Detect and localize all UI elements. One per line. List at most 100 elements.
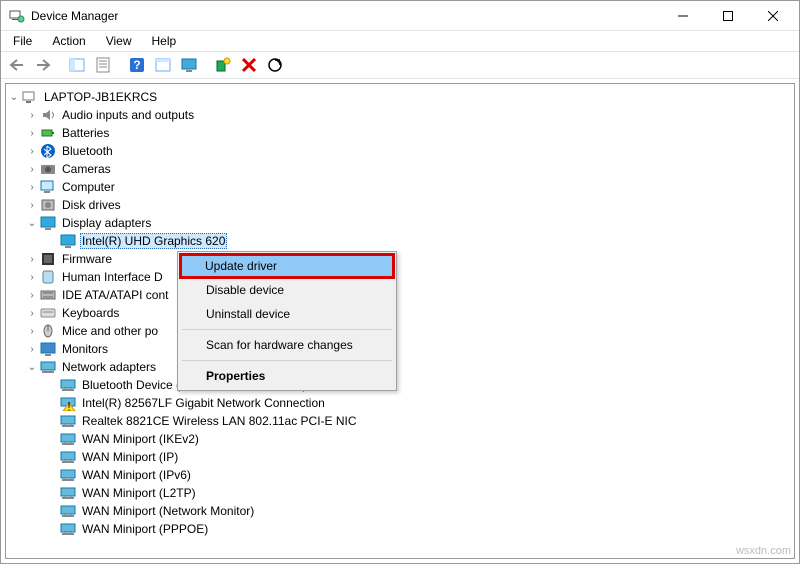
computer-root-icon — [22, 89, 38, 105]
watermark: wsxdn.com — [736, 545, 791, 557]
device-row[interactable]: WAN Miniport (Network Monitor) — [6, 502, 794, 520]
device-manager-icon — [9, 8, 25, 24]
expand-icon[interactable]: ⌄ — [26, 361, 38, 373]
expand-icon[interactable]: ⌄ — [26, 217, 38, 229]
category-row[interactable]: › Computer — [6, 178, 794, 196]
device-label: WAN Miniport (Network Monitor) — [80, 504, 256, 518]
network-icon — [60, 413, 76, 429]
device-row[interactable]: !Intel(R) 82567LF Gigabit Network Connec… — [6, 394, 794, 412]
device-row[interactable]: WAN Miniport (IP) — [6, 448, 794, 466]
device-label: WAN Miniport (IPv6) — [80, 468, 193, 482]
category-label: Batteries — [60, 126, 111, 140]
category-row[interactable]: ›Monitors — [6, 340, 794, 358]
root-label: LAPTOP-JB1EKRCS — [42, 90, 159, 104]
device-label: WAN Miniport (L2TP) — [80, 486, 198, 500]
close-button[interactable] — [750, 2, 795, 30]
network-icon — [40, 359, 56, 375]
battery-icon — [40, 125, 56, 141]
expand-icon[interactable]: › — [26, 163, 38, 175]
expand-icon[interactable]: › — [26, 271, 38, 283]
show-hide-console-tree-button[interactable] — [65, 53, 89, 77]
expand-icon[interactable]: › — [26, 343, 38, 355]
category-label: Human Interface D — [60, 270, 165, 284]
device-row[interactable]: WAN Miniport (IPv6) — [6, 466, 794, 484]
menu-file[interactable]: File — [5, 32, 40, 50]
device-label: WAN Miniport (IKEv2) — [80, 432, 201, 446]
context-item[interactable]: Properties — [180, 364, 394, 388]
device-row[interactable]: WAN Miniport (IKEv2) — [6, 430, 794, 448]
network-icon — [60, 485, 76, 501]
context-separator — [182, 329, 392, 330]
category-row[interactable]: ⌄ Display adapters — [6, 214, 794, 232]
context-item[interactable]: Scan for hardware changes — [180, 333, 394, 357]
menubar: File Action View Help — [1, 31, 799, 51]
context-item[interactable]: Update driver — [179, 253, 395, 279]
scan-hardware-button[interactable] — [263, 53, 287, 77]
category-label: Network adapters — [60, 360, 158, 374]
device-row[interactable]: Realtek 8821CE Wireless LAN 802.11ac PCI… — [6, 412, 794, 430]
category-row[interactable]: ⌄ Network adapters — [6, 358, 794, 376]
category-row[interactable]: ›Firmware — [6, 250, 794, 268]
category-label: Computer — [60, 180, 117, 194]
tree-root[interactable]: ⌄ LAPTOP-JB1EKRCS — [6, 88, 794, 106]
minimize-button[interactable] — [660, 2, 705, 30]
expand-icon[interactable]: › — [26, 145, 38, 157]
device-row[interactable]: Intel(R) UHD Graphics 620 — [6, 232, 794, 250]
category-label: Mice and other po — [60, 324, 160, 338]
context-separator — [182, 360, 392, 361]
category-row[interactable]: › Mice and other po — [6, 322, 794, 340]
audio-icon — [40, 107, 56, 123]
context-menu: Update driverDisable deviceUninstall dev… — [177, 251, 397, 391]
device-row[interactable]: WAN Miniport (PPPOE) — [6, 520, 794, 538]
device-label: WAN Miniport (IP) — [80, 450, 180, 464]
back-button[interactable] — [5, 53, 29, 77]
category-row[interactable]: › Cameras — [6, 160, 794, 178]
device-tree[interactable]: ⌄ LAPTOP-JB1EKRCS › Audio inputs and output… — [5, 83, 795, 559]
toolbar: ? — [1, 51, 799, 79]
device-label: Intel(R) UHD Graphics 620 — [80, 233, 227, 249]
expand-icon[interactable]: › — [26, 199, 38, 211]
menu-view[interactable]: View — [98, 32, 140, 50]
options-button[interactable] — [151, 53, 175, 77]
collapse-icon[interactable]: ⌄ — [8, 91, 20, 103]
category-label: Cameras — [60, 162, 113, 176]
category-label: Disk drives — [60, 198, 123, 212]
context-item[interactable]: Disable device — [180, 278, 394, 302]
expand-icon[interactable]: › — [26, 307, 38, 319]
bluetooth-icon — [40, 143, 56, 159]
expand-icon[interactable]: › — [26, 181, 38, 193]
device-row[interactable]: Bluetooth Device (Personal Area Network) — [6, 376, 794, 394]
expand-icon[interactable]: › — [26, 253, 38, 265]
help-button[interactable]: ? — [125, 53, 149, 77]
uninstall-button[interactable] — [237, 53, 261, 77]
category-row[interactable]: ›Bluetooth — [6, 142, 794, 160]
menu-help[interactable]: Help — [144, 32, 185, 50]
expand-icon[interactable]: › — [26, 289, 38, 301]
category-label: IDE ATA/ATAPI cont — [60, 288, 170, 302]
expand-icon[interactable]: › — [26, 127, 38, 139]
category-row[interactable]: › Batteries — [6, 124, 794, 142]
category-row[interactable]: › IDE ATA/ATAPI cont — [6, 286, 794, 304]
forward-button[interactable] — [31, 53, 55, 77]
category-row[interactable]: › Human Interface D — [6, 268, 794, 286]
category-label: Display adapters — [60, 216, 153, 230]
window-title: Device Manager — [31, 9, 660, 23]
monitor-icon — [40, 341, 56, 357]
computer-icon — [40, 179, 56, 195]
expand-icon[interactable]: › — [26, 325, 38, 337]
category-row[interactable]: › Disk drives — [6, 196, 794, 214]
firmware-icon — [40, 251, 56, 267]
expand-icon[interactable]: › — [26, 109, 38, 121]
context-item[interactable]: Uninstall device — [180, 302, 394, 326]
category-label: Audio inputs and outputs — [60, 108, 196, 122]
menu-action[interactable]: Action — [44, 32, 93, 50]
category-row[interactable]: › Audio inputs and outputs — [6, 106, 794, 124]
network-icon — [60, 431, 76, 447]
add-legacy-hardware-button[interactable] — [211, 53, 235, 77]
category-row[interactable]: ›Keyboards — [6, 304, 794, 322]
maximize-button[interactable] — [705, 2, 750, 30]
network-icon — [60, 467, 76, 483]
properties-button[interactable] — [91, 53, 115, 77]
device-row[interactable]: WAN Miniport (L2TP) — [6, 484, 794, 502]
monitor-button[interactable] — [177, 53, 201, 77]
